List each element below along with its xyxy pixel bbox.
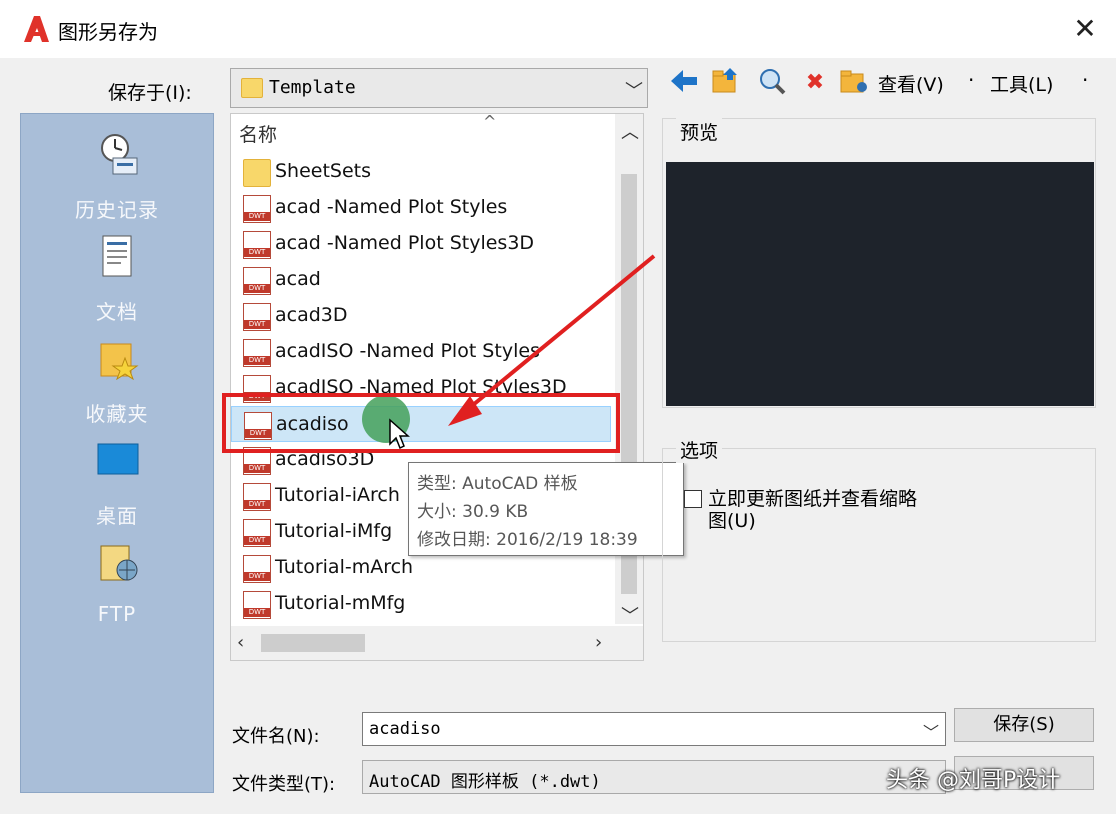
filename-input[interactable]: acadiso (369, 719, 441, 739)
place-label: 桌面 (96, 504, 138, 528)
watermark: 头条 @刘哥P设计 (886, 768, 1061, 793)
save-in-dropdown[interactable]: Template ﹀ (230, 68, 648, 108)
chevron-up-icon[interactable]: ︿ (621, 118, 639, 144)
dwt-file-icon (243, 519, 271, 547)
file-row[interactable]: acad (231, 262, 611, 298)
back-arrow-icon[interactable] (668, 66, 700, 100)
dwt-file-icon (243, 339, 271, 367)
file-list[interactable]: 名称 ^ SheetSets acad -Named Plot Styles aca… (230, 113, 644, 661)
sort-ascending-icon: ^ (483, 113, 497, 131)
dwt-file-icon (243, 231, 271, 259)
delete-icon[interactable]: ✖ (800, 66, 830, 100)
ftp-icon (100, 545, 138, 581)
desktop-icon (97, 443, 139, 475)
up-folder-icon[interactable] (710, 66, 740, 100)
chevron-left-icon[interactable]: ‹ (237, 632, 244, 653)
scrollbar-thumb[interactable] (261, 634, 365, 652)
dwt-file-icon (243, 555, 271, 583)
place-label: 收藏夹 (85, 402, 149, 426)
place-label: 历史记录 (75, 198, 159, 222)
file-name: Tutorial-mMfg (275, 592, 406, 614)
filetype-value: AutoCAD 图形样板 (*.dwt) (369, 772, 601, 792)
save-button[interactable]: 保存(S) (954, 708, 1094, 742)
chevron-down-icon[interactable]: ﹀ (923, 719, 939, 743)
file-row[interactable]: acad3D (231, 298, 611, 334)
file-name: Tutorial-mArch (275, 556, 414, 578)
options-group (662, 448, 1096, 642)
filetype-dropdown[interactable]: AutoCAD 图形样板 (*.dwt) (362, 760, 946, 794)
menu-separator-dot: · (968, 68, 975, 92)
close-button[interactable]: ✕ (1068, 12, 1102, 46)
place-favorites[interactable]: 收藏夹 (21, 326, 213, 426)
dwt-file-icon (243, 195, 271, 223)
column-header-name[interactable]: 名称 (239, 120, 277, 147)
place-label: FTP (97, 602, 137, 626)
tools-menu[interactable]: 工具(L) (990, 70, 1053, 97)
options-label: 选项 (676, 436, 723, 463)
chevron-down-icon[interactable]: ﹀ (625, 77, 643, 103)
chevron-right-icon[interactable]: › (595, 632, 602, 653)
place-documents[interactable]: 文档 (21, 224, 213, 324)
favorites-folder-icon (100, 343, 139, 380)
file-name: acad (275, 268, 321, 290)
update-thumbnail-checkbox[interactable] (684, 490, 702, 508)
place-history[interactable]: 历史记录 (21, 122, 213, 222)
window-title: 图形另存为 (58, 20, 158, 44)
highlight-box (222, 393, 620, 453)
save-in-label: 保存于(I): (108, 82, 192, 104)
folder-icon (241, 78, 263, 98)
dwt-file-icon (243, 591, 271, 619)
file-name: Tutorial-iArch (275, 484, 400, 506)
file-tooltip: 类型: AutoCAD 样板 大小: 30.9 KB 修改日期: 2016/2/… (408, 462, 684, 556)
place-desktop[interactable]: 桌面 (21, 428, 213, 528)
place-ftp[interactable]: FTP (21, 530, 213, 630)
place-label: 文档 (96, 300, 138, 324)
search-web-icon[interactable] (755, 66, 789, 100)
menu-separator-dot: · (1082, 68, 1089, 92)
autocad-logo-icon (24, 16, 49, 42)
filename-combobox[interactable]: acadiso ﹀ (362, 712, 946, 746)
file-row[interactable]: acad -Named Plot Styles3D (231, 226, 611, 262)
preview-label: 预览 (676, 118, 723, 145)
save-in-value: Template (269, 77, 356, 98)
file-name: acadISO -Named Plot Styles (275, 340, 540, 362)
filetype-label: 文件类型(T): (232, 774, 336, 795)
file-name: SheetSets (275, 160, 372, 182)
places-bar: 历史记录 文档 收藏夹 桌面 FTP (20, 113, 214, 793)
tooltip-size: 大小: 30.9 KB (417, 502, 529, 522)
dwt-file-icon (243, 483, 271, 511)
file-name: acad -Named Plot Styles (275, 196, 508, 218)
new-folder-icon[interactable] (838, 66, 868, 100)
file-row[interactable]: acad -Named Plot Styles (231, 190, 611, 226)
file-name: Tutorial-iMfg (275, 520, 393, 542)
file-name: acad -Named Plot Styles3D (275, 232, 535, 254)
history-icon (101, 134, 138, 175)
file-row[interactable]: acadISO -Named Plot Styles (231, 334, 611, 370)
file-row[interactable]: SheetSets (231, 154, 611, 190)
folder-icon (243, 159, 271, 187)
document-icon (102, 235, 132, 277)
horizontal-scrollbar[interactable]: ‹ › (231, 626, 643, 660)
file-row[interactable]: Tutorial-mMfg (231, 586, 611, 622)
filename-label: 文件名(N): (232, 726, 320, 747)
preview-canvas (666, 162, 1094, 406)
file-name: acad3D (275, 304, 348, 326)
update-thumbnail-label[interactable]: 立即更新图纸并查看缩略图(U) (708, 488, 928, 532)
dwt-file-icon (243, 267, 271, 295)
tooltip-type: 类型: AutoCAD 样板 (417, 474, 578, 494)
tooltip-date: 修改日期: 2016/2/19 18:39 (417, 530, 638, 550)
title-bar: 图形另存为 ✕ (0, 0, 1116, 58)
chevron-down-icon[interactable]: ﹀ (621, 602, 639, 628)
dwt-file-icon (243, 303, 271, 331)
view-menu[interactable]: 查看(V) (878, 70, 944, 97)
